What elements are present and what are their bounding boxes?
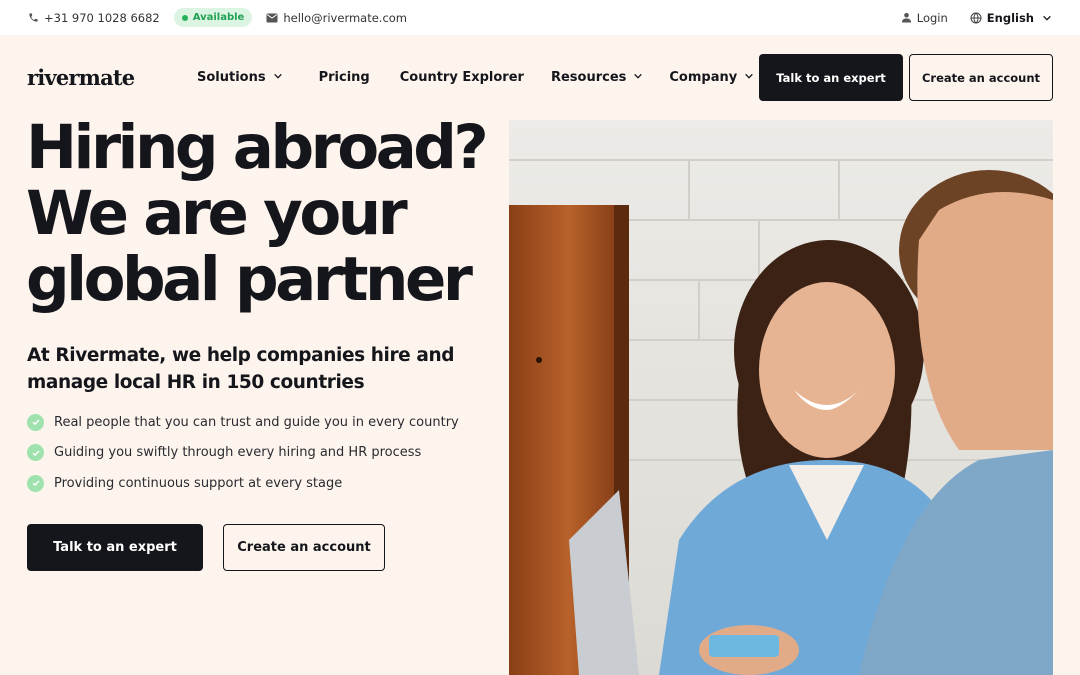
headline-line: global partner: [26, 244, 473, 315]
nav-item-label: Company: [669, 70, 738, 85]
feature-list: Real people that you can trust and guide…: [27, 407, 459, 499]
language-label: English: [986, 10, 1034, 25]
email-link[interactable]: hello@rivermate.com: [266, 11, 407, 25]
headline-line: We are your: [26, 178, 408, 249]
nav-item-company[interactable]: Company: [669, 70, 754, 85]
feature-text: Providing continuous support at every st…: [54, 475, 343, 491]
phone-link[interactable]: +31 970 1028 6682: [28, 11, 160, 25]
nav-item-label: Solutions: [197, 70, 266, 85]
status-text: Available: [192, 12, 245, 23]
nav-item-label: Country Explorer: [399, 70, 524, 85]
headline-line: Hiring abroad?: [26, 112, 489, 183]
check-circle-icon: [27, 413, 44, 431]
nav-talk-to-expert-button[interactable]: Talk to an expert: [759, 54, 903, 101]
feature-item: Providing continuous support at every st…: [27, 468, 459, 499]
phone-number: +31 970 1028 6682: [44, 10, 160, 25]
main-nav: rivermate Solutions Pricing Country Expl…: [0, 35, 1080, 120]
feature-item: Real people that you can trust and guide…: [27, 407, 459, 438]
phone-icon: [28, 12, 39, 23]
hero-talk-to-expert-button[interactable]: Talk to an expert: [27, 524, 203, 571]
feature-text: Guiding you swiftly through every hiring…: [54, 445, 422, 461]
check-circle-icon: [27, 444, 44, 462]
nav-menu: Solutions Pricing Country Explorer Resou…: [197, 70, 754, 85]
chevron-down-icon: [273, 70, 283, 85]
nav-item-country-explorer[interactable]: Country Explorer: [400, 70, 524, 85]
nav-item-pricing[interactable]: Pricing: [319, 70, 370, 85]
top-bar: +31 970 1028 6682 Available hello@riverm…: [0, 0, 1080, 35]
hero-create-account-button[interactable]: Create an account: [223, 524, 385, 571]
logo[interactable]: rivermate: [27, 65, 197, 90]
email-address: hello@rivermate.com: [283, 10, 408, 25]
status-dot-icon: [181, 14, 188, 21]
hero-photo: [509, 120, 1053, 675]
feature-item: Guiding you swiftly through every hiring…: [27, 438, 459, 469]
language-selector[interactable]: English: [970, 11, 1052, 25]
login-label: Login: [916, 10, 948, 25]
user-icon: [901, 12, 912, 23]
hero-headline: Hiring abroad? We are your global partne…: [26, 112, 489, 315]
chevron-down-icon: [633, 70, 643, 85]
chevron-down-icon: [1042, 13, 1052, 23]
chevron-down-icon: [744, 70, 754, 85]
nav-item-label: Pricing: [318, 70, 370, 85]
nav-create-account-button[interactable]: Create an account: [909, 54, 1053, 101]
hero-subheading: At Rivermate, we help companies hire and…: [27, 345, 455, 393]
nav-item-solutions[interactable]: Solutions: [197, 70, 283, 85]
mail-icon: [266, 13, 278, 23]
status-badge: Available: [173, 8, 253, 27]
globe-icon: [970, 11, 982, 24]
login-link[interactable]: Login: [901, 11, 948, 25]
feature-text: Real people that you can trust and guide…: [54, 414, 459, 430]
nav-item-resources[interactable]: Resources: [551, 70, 643, 85]
check-circle-icon: [27, 474, 44, 492]
nav-item-label: Resources: [550, 70, 627, 85]
